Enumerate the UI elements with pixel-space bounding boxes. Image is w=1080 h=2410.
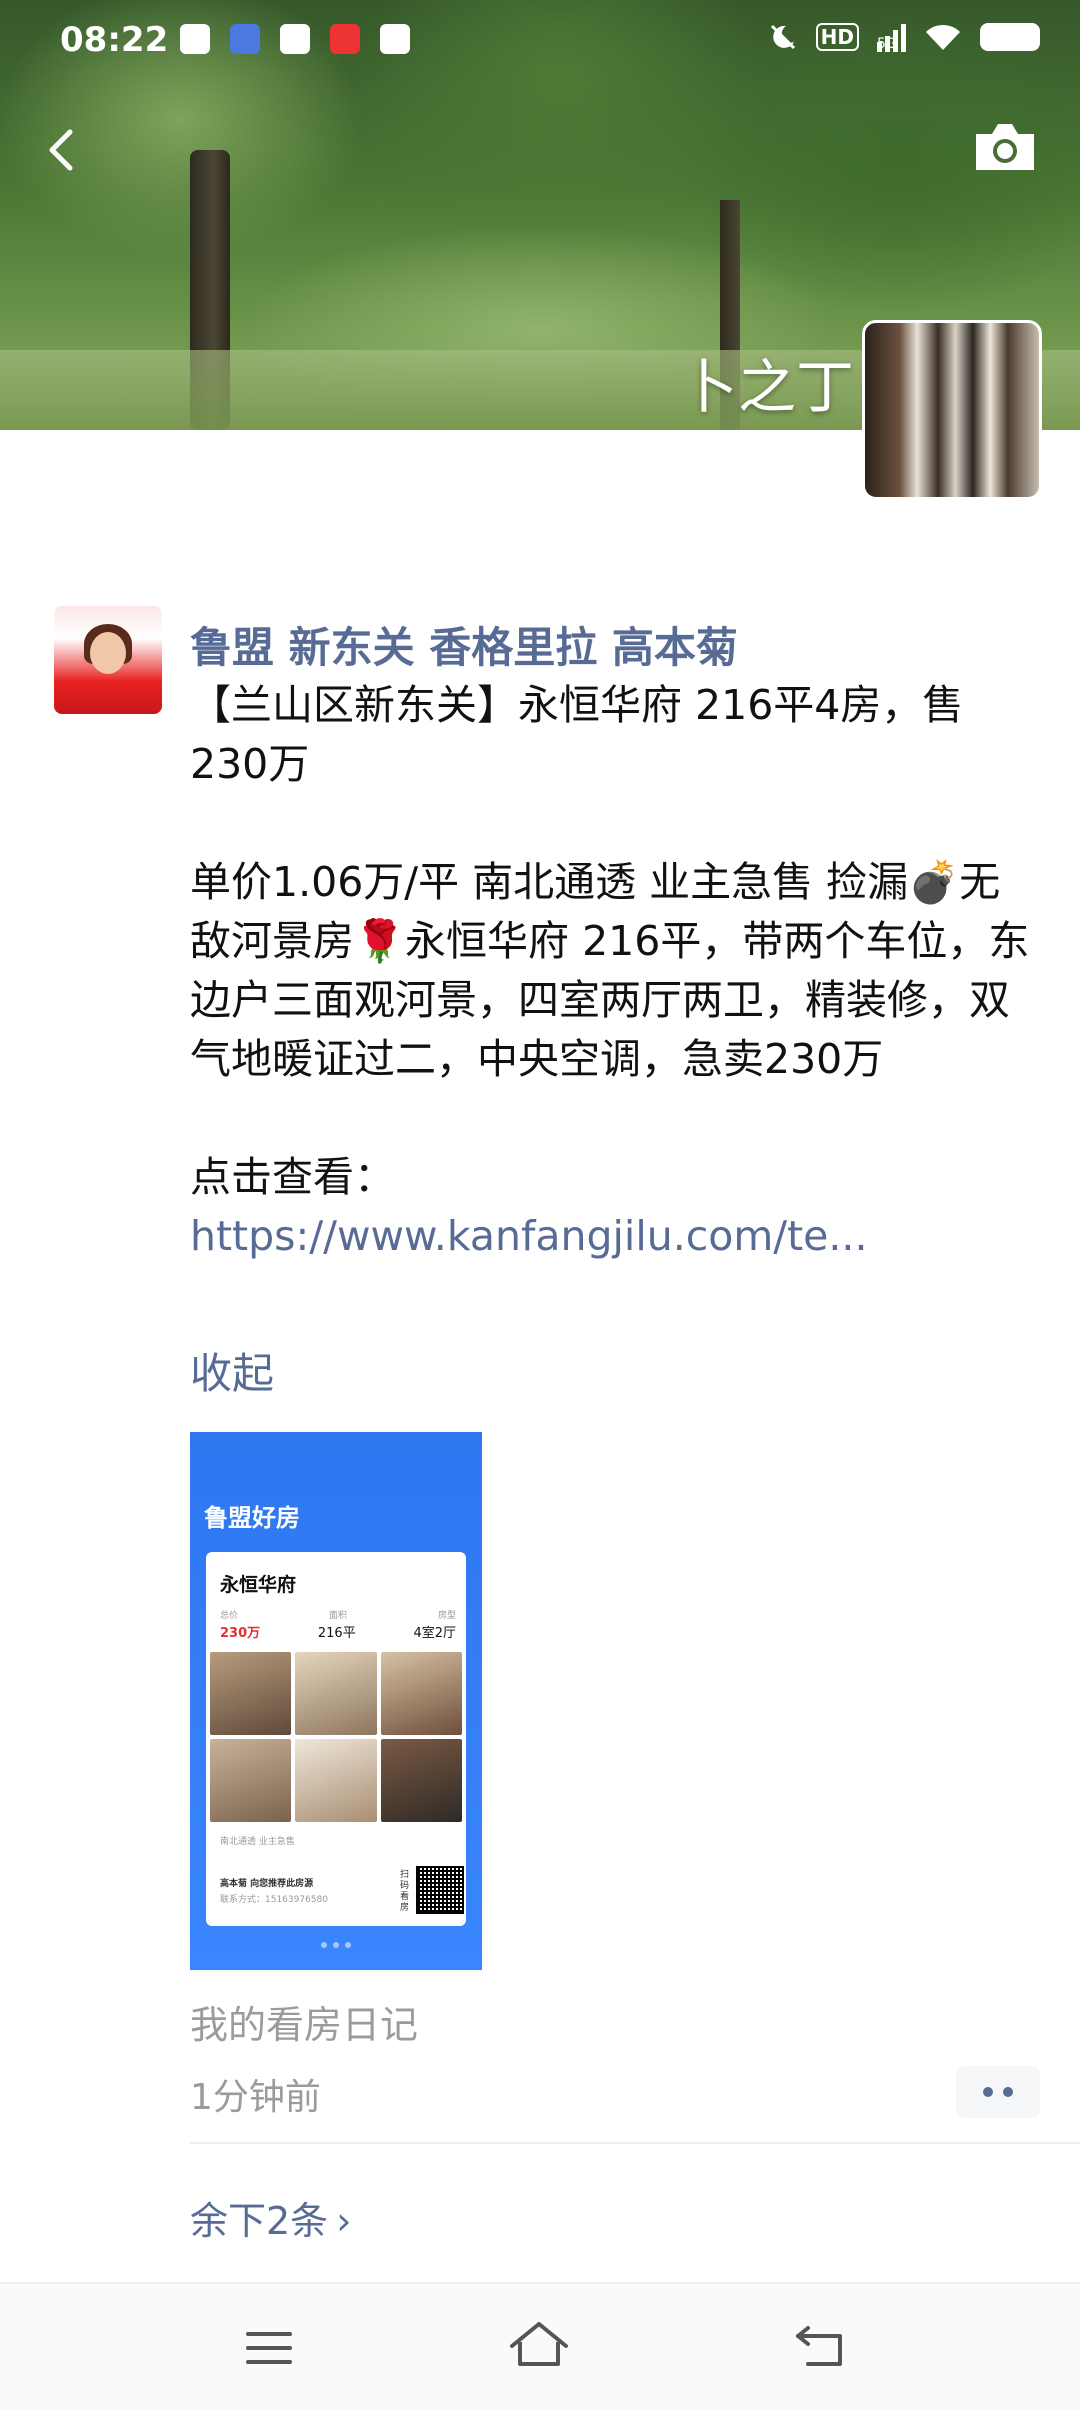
show-remaining-button[interactable]: 余下2条 › bbox=[190, 2190, 351, 2245]
menu-icon[interactable] bbox=[244, 2328, 294, 2368]
shared-image-card[interactable]: 鲁盟好房 永恒华府 总价 面积 房型 230万 216平 4室2厅 南北通透 业… bbox=[190, 1432, 482, 1970]
dot-icon bbox=[983, 2087, 993, 2097]
card-brand: 鲁盟好房 bbox=[204, 1504, 300, 1532]
room-photo bbox=[380, 1652, 462, 1735]
home-icon[interactable] bbox=[508, 2320, 570, 2370]
post-time: 1分钟前 bbox=[190, 2077, 321, 2118]
divider bbox=[190, 2142, 1080, 2144]
chevron-left-icon[interactable] bbox=[34, 120, 94, 180]
do-not-disturb-icon bbox=[770, 24, 795, 50]
author-name[interactable]: 鲁盟 新东关 香格里拉 高本菊 bbox=[190, 614, 738, 675]
link-prefix: 点击查看： bbox=[190, 1153, 395, 1201]
collapse-button[interactable]: 收起 bbox=[190, 1340, 274, 1401]
post-link-line: 点击查看： https://www.kanfangjilu.com/te... bbox=[190, 1148, 1040, 1266]
card-tags: 南北通透 业主急售 bbox=[220, 1837, 295, 1847]
card-panel: 永恒华府 总价 面积 房型 230万 216平 4室2厅 南北通透 业主急售 高… bbox=[206, 1552, 466, 1926]
dot-icon bbox=[1003, 2087, 1013, 2097]
post-paragraph: 单价1.06万/平 南北通透 业主急售 捡漏💣无敌河景房🌹永恒华府 216平，带… bbox=[190, 858, 1030, 1083]
card-stat-label: 总价 bbox=[220, 1611, 239, 1621]
room-photo bbox=[295, 1652, 377, 1735]
more-actions-button[interactable] bbox=[956, 2066, 1040, 2118]
status-bar: 08:22 HD 5G bbox=[0, 0, 1080, 80]
card-stat-label: 房型 bbox=[437, 1611, 456, 1621]
qr-code bbox=[416, 1866, 464, 1914]
notification-icon bbox=[330, 24, 360, 54]
status-time: 08:22 bbox=[60, 20, 169, 60]
hd-icon: HD bbox=[815, 23, 859, 51]
notification-icon bbox=[180, 24, 210, 54]
room-photo bbox=[295, 1739, 377, 1822]
back-icon[interactable] bbox=[794, 2324, 850, 2368]
post-link[interactable]: https://www.kanfangjilu.com/te... bbox=[190, 1212, 868, 1260]
notification-icon bbox=[280, 24, 310, 54]
card-page-dots bbox=[316, 1942, 356, 1948]
remaining-label: 余下2条 bbox=[190, 2199, 329, 2243]
card-photo-grid bbox=[210, 1652, 462, 1822]
profile-nickname: 卜之丁 bbox=[680, 353, 855, 421]
post-paragraph: 【兰山区新东关】永恒华府 216平4房，售230万 bbox=[190, 681, 964, 788]
card-layout: 4室2厅 bbox=[413, 1626, 456, 1641]
5g-signal-icon: 5G bbox=[877, 22, 906, 52]
card-area: 216平 bbox=[317, 1626, 356, 1641]
camera-icon[interactable] bbox=[972, 120, 1038, 174]
system-navigation-bar bbox=[0, 2282, 1080, 2410]
card-property-name: 永恒华府 bbox=[220, 1574, 297, 1596]
card-price: 230万 bbox=[220, 1626, 261, 1641]
status-indicators: HD 5G bbox=[768, 22, 1040, 52]
room-photo bbox=[210, 1652, 292, 1735]
card-scan-label: 扫码看房 bbox=[400, 1870, 410, 1913]
notification-icon bbox=[230, 24, 260, 54]
author-avatar[interactable] bbox=[54, 606, 162, 714]
wifi-icon bbox=[926, 24, 960, 50]
card-phone: 联系方式：15163976580 bbox=[220, 1895, 328, 1905]
battery-icon bbox=[980, 23, 1040, 51]
profile-avatar[interactable] bbox=[862, 320, 1042, 500]
post-content: 【兰山区新东关】永恒华府 216平4房，售230万 单价1.06万/平 南北通透… bbox=[190, 676, 1040, 1266]
card-stat-labels: 总价 面积 房型 bbox=[220, 1608, 456, 1621]
post-source[interactable]: 我的看房日记 bbox=[190, 1994, 418, 2049]
card-stat-label: 面积 bbox=[328, 1611, 347, 1621]
card-stats: 230万 216平 4室2厅 bbox=[220, 1622, 456, 1641]
room-photo bbox=[210, 1739, 292, 1822]
notification-icons bbox=[180, 24, 410, 54]
room-photo bbox=[380, 1739, 462, 1822]
card-agent: 高本菊 向您推荐此房源 bbox=[220, 1879, 314, 1889]
notification-icon bbox=[380, 24, 410, 54]
chevron-right-icon: › bbox=[336, 2199, 352, 2243]
